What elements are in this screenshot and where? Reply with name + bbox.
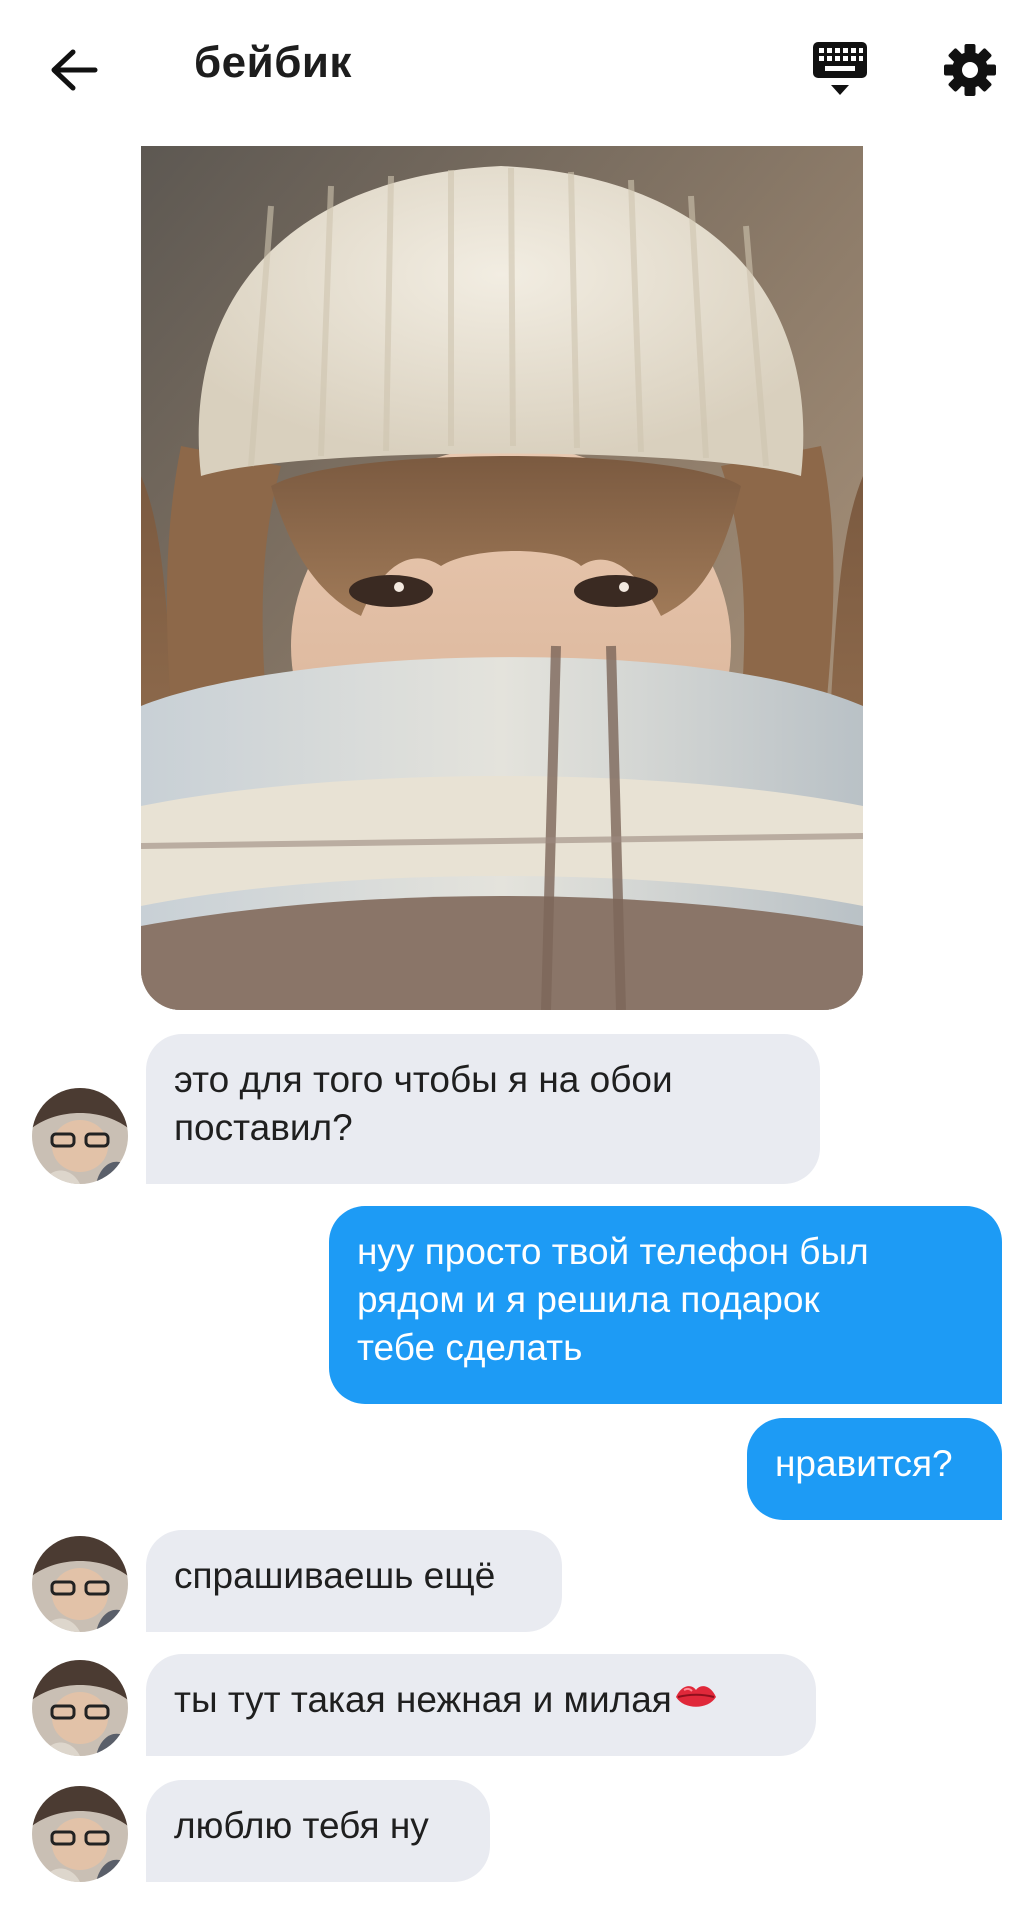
contact-avatar[interactable] [32, 1536, 128, 1632]
shared-photo[interactable] [141, 146, 863, 1010]
message-bubble-incoming[interactable]: ты тут такая нежная и милая [146, 1654, 816, 1756]
keyboard-icon [813, 42, 867, 95]
contact-avatar[interactable] [32, 1088, 128, 1184]
keyboard-button[interactable] [808, 40, 872, 104]
message-bubble-outgoing[interactable]: нравится? [747, 1418, 1002, 1520]
settings-button[interactable] [938, 38, 1002, 102]
avatar-image [32, 1786, 128, 1882]
avatar-image [32, 1536, 128, 1632]
chat-header: бейбик [0, 0, 1036, 140]
contact-avatar[interactable] [32, 1660, 128, 1756]
arrow-left-icon [51, 49, 98, 91]
message-text: ты тут такая нежная и милая [174, 1679, 672, 1720]
gear-icon [944, 44, 996, 96]
photo-image [141, 146, 863, 1010]
back-button[interactable] [44, 40, 104, 100]
avatar-image [32, 1660, 128, 1756]
message-bubble-incoming[interactable]: это для того чтобы я на обои поставил? [146, 1034, 820, 1184]
kiss-mark-icon [674, 1678, 718, 1726]
contact-avatar[interactable] [32, 1786, 128, 1882]
message-bubble-outgoing[interactable]: нуу просто твой телефон был рядом и я ре… [329, 1206, 1002, 1404]
chat-title: бейбик [194, 38, 352, 87]
avatar-image [32, 1088, 128, 1184]
message-bubble-incoming[interactable]: люблю тебя ну [146, 1780, 490, 1882]
message-bubble-incoming[interactable]: спрашиваешь ещё [146, 1530, 562, 1632]
